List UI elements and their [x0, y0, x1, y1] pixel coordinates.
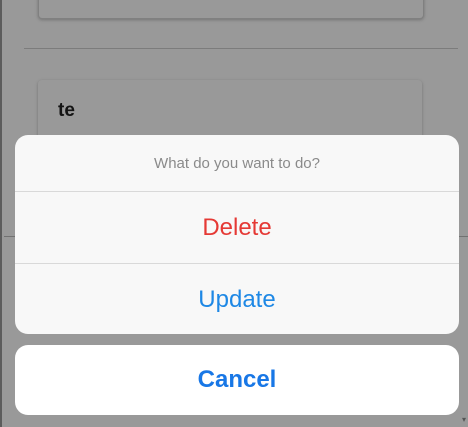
action-sheet: What do you want to do? Delete Update: [15, 135, 459, 334]
action-sheet-title: What do you want to do?: [15, 135, 459, 192]
delete-button[interactable]: Delete: [15, 192, 459, 264]
update-button[interactable]: Update: [15, 264, 459, 334]
scroll-down-icon[interactable]: ▾: [462, 415, 466, 424]
cancel-button[interactable]: Cancel: [15, 345, 459, 415]
